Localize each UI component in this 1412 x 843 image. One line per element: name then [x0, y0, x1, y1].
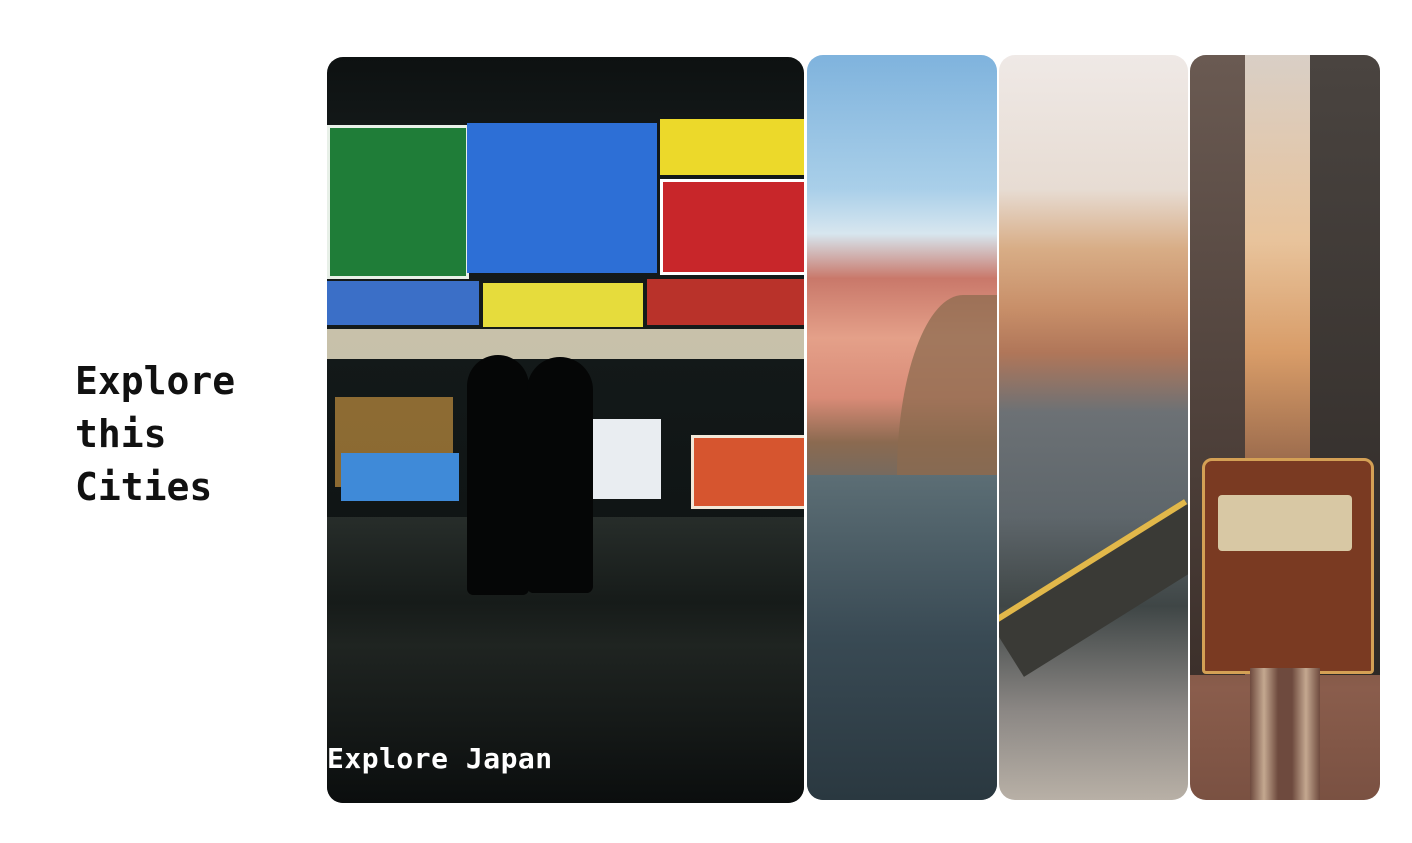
shop-sign-menu-blue	[327, 281, 479, 325]
city-card-japan[interactable]: Explore Japan	[327, 57, 804, 803]
city-card-cable-car[interactable]	[1190, 55, 1380, 800]
cable-car	[1202, 458, 1374, 674]
heading-line-2: this	[75, 412, 167, 456]
tram-track	[1250, 668, 1320, 800]
section-heading: Explore this Cities	[75, 355, 295, 514]
shop-sign-red	[660, 179, 804, 275]
sea-rocks	[807, 475, 997, 800]
page: Explore this Cities Explore Japan	[0, 0, 1412, 843]
shop-sign-yellow-2	[483, 283, 643, 327]
city-card-river-city[interactable]	[999, 55, 1188, 800]
person-silhouette	[467, 355, 529, 595]
train	[999, 499, 1188, 677]
shop-menu-board-2	[691, 435, 804, 509]
heading-line-1: Explore	[75, 359, 236, 403]
shop-sign-green	[327, 125, 469, 279]
shop-sign-strip	[327, 329, 804, 359]
heading-line-3: Cities	[75, 465, 213, 509]
cable-car-window	[1218, 495, 1352, 551]
city-card-coastal-village[interactable]	[807, 55, 997, 800]
shop-sign-yellow	[660, 119, 804, 175]
shop-menu-light	[341, 453, 459, 501]
shop-sign-food	[647, 279, 804, 325]
person-silhouette	[527, 357, 593, 593]
shop-sign-blue	[467, 123, 657, 273]
card-caption: Explore Japan	[327, 742, 553, 775]
shop-menu-board	[589, 419, 661, 499]
